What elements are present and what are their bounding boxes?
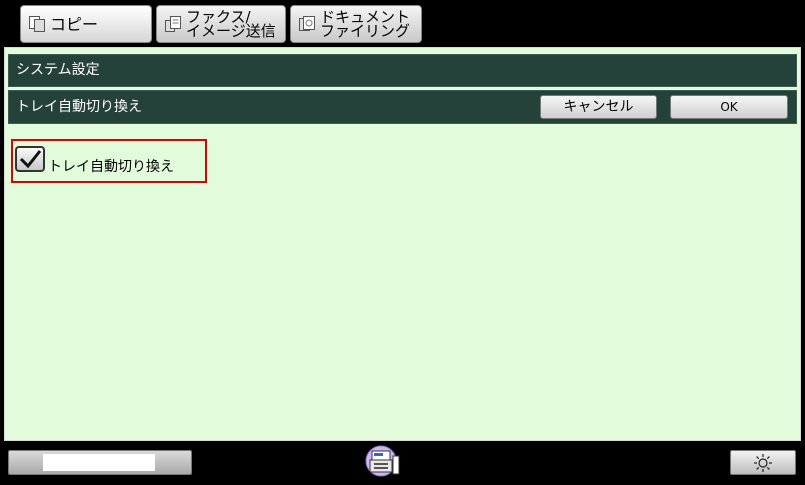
auto-tray-switch-label: トレイ自動切り換え [48,159,174,175]
section-title: システム設定 [16,62,100,78]
auto-tray-switch-option[interactable]: トレイ自動切り換え [11,139,207,183]
tab-doc-label: ドキュメント ファイリング [320,8,411,40]
cancel-button[interactable]: キャンセル [540,95,657,119]
ok-button[interactable]: OK [670,95,788,119]
tab-copy-label: コピー [50,14,99,34]
document-filing-icon [298,15,316,33]
checkmark-icon [19,150,42,169]
copy-icon [28,15,46,33]
printer-status-icon[interactable] [362,444,404,484]
brightness-button[interactable] [730,450,796,475]
setting-title-bar: トレイ自動切り換え キャンセル OK [8,90,797,124]
brightness-icon [754,453,772,472]
message-field[interactable] [8,450,192,475]
tab-copy[interactable]: コピー [20,5,152,43]
tab-fax-image-send[interactable]: ファクス/ イメージ送信 [156,5,286,43]
auto-tray-switch-checkbox[interactable] [15,146,45,172]
message-field-display [43,454,155,471]
settings-panel: システム設定 トレイ自動切り換え キャンセル OK トレイ自動切り換え [4,47,801,441]
section-title-bar: システム設定 [8,54,797,87]
tab-fax-label: ファクス/ イメージ送信 [186,8,276,40]
tab-document-filing[interactable]: ドキュメント ファイリング [290,5,422,43]
setting-title: トレイ自動切り換え [16,99,142,115]
fax-send-icon [164,15,182,33]
